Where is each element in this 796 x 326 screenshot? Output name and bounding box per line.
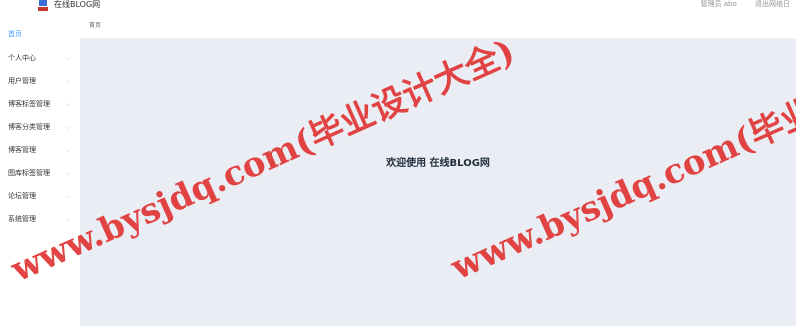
sidebar-item-label: 首页 — [8, 30, 22, 38]
sidebar-item-personal-center[interactable]: 个人中心 ⌵ — [0, 47, 80, 69]
logo-icon — [38, 0, 48, 11]
sidebar-item-blog-tag-management[interactable]: 博客标签管理 ⌵ — [0, 93, 80, 115]
sidebar-item-forum-management[interactable]: 论坛管理 ⌵ — [0, 185, 80, 207]
sidebar-item-label: 图库标签管理 — [8, 169, 50, 177]
app-title: 在线BLOG网 — [54, 0, 101, 9]
main-content: 欢迎使用 在线BLOG网 — [80, 39, 796, 326]
chevron-down-icon: ⌵ — [65, 146, 71, 154]
sidebar-item-label: 系统管理 — [8, 215, 36, 223]
sidebar: 首页 个人中心 ⌵ 用户管理 ⌵ 博客标签管理 ⌵ 博客分类管理 ⌵ 博客管理 … — [0, 16, 80, 326]
chevron-down-icon: ⌵ — [65, 100, 71, 108]
logout-link[interactable]: 退出网络日 — [755, 0, 790, 8]
sidebar-item-label: 个人中心 — [8, 54, 36, 62]
chevron-down-icon: ⌵ — [65, 169, 71, 177]
sidebar-item-home[interactable]: 首页 — [0, 23, 80, 45]
sidebar-item-system-management[interactable]: 系统管理 ⌵ — [0, 208, 80, 230]
tab-bar: 首页 — [80, 16, 796, 39]
chevron-down-icon: ⌵ — [65, 77, 71, 85]
sidebar-item-blog-management[interactable]: 博客管理 ⌵ — [0, 139, 80, 161]
chevron-down-icon: ⌵ — [65, 54, 71, 62]
chevron-down-icon: ⌵ — [65, 215, 71, 223]
sidebar-item-blog-category-management[interactable]: 博客分类管理 ⌵ — [0, 116, 80, 138]
sidebar-item-label: 用户管理 — [8, 77, 36, 85]
chevron-down-icon: ⌵ — [65, 192, 71, 200]
sidebar-item-label: 博客管理 — [8, 146, 36, 154]
sidebar-item-gallery-tag-management[interactable]: 图库标签管理 ⌵ — [0, 162, 80, 184]
tab-home[interactable]: 首页 — [89, 16, 101, 36]
welcome-message: 欢迎使用 在线BLOG网 — [386, 158, 490, 169]
sidebar-item-label: 论坛管理 — [8, 192, 36, 200]
user-label[interactable]: 管理员 abo — [701, 0, 737, 8]
sidebar-item-label: 博客标签管理 — [8, 100, 50, 108]
sidebar-item-label: 博客分类管理 — [8, 123, 50, 131]
top-header: 在线BLOG网 管理员 abo 退出网络日 — [0, 0, 796, 16]
sidebar-item-user-management[interactable]: 用户管理 ⌵ — [0, 70, 80, 92]
header-user-area: 管理员 abo 退出网络日 — [685, 0, 790, 9]
chevron-down-icon: ⌵ — [65, 123, 71, 131]
